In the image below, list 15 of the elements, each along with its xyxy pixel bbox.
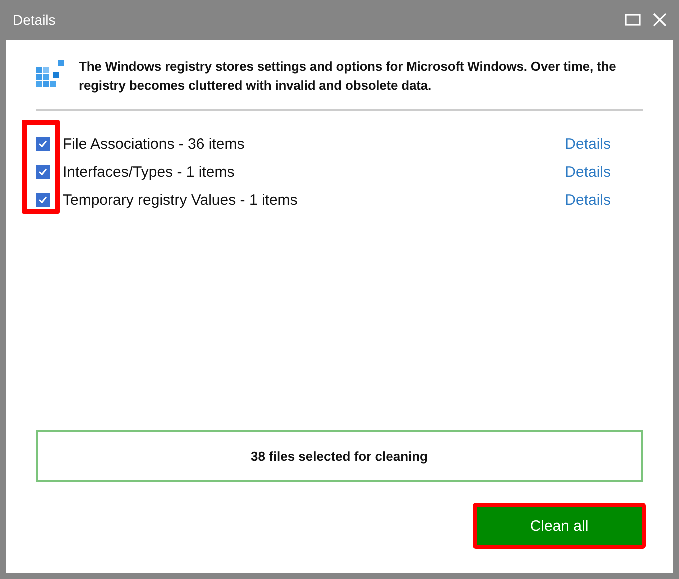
- checkbox[interactable]: [36, 165, 50, 179]
- status-text: 38 files selected for cleaning: [250, 448, 428, 464]
- details-link[interactable]: Details: [565, 164, 611, 180]
- maximize-icon[interactable]: [625, 13, 641, 27]
- item-label: File Associations - 36 items: [63, 136, 246, 152]
- clean-all-button[interactable]: Clean all: [477, 507, 642, 545]
- item-label: Temporary registry Values - 1 items: [63, 192, 299, 208]
- item-label: Interfaces/Types - 1 items: [63, 164, 236, 180]
- intro-text: The Windows registry stores settings and options for Microsoft Windows. Over time, the registry becomes cluttered with invalid and obsolete data.: [79, 58, 618, 95]
- details-link[interactable]: Details: [565, 136, 611, 152]
- checkbox[interactable]: [36, 137, 50, 151]
- details-link[interactable]: Details: [565, 192, 611, 208]
- window-title: Details: [13, 12, 56, 28]
- close-icon[interactable]: [653, 13, 667, 27]
- checkbox[interactable]: [36, 193, 50, 207]
